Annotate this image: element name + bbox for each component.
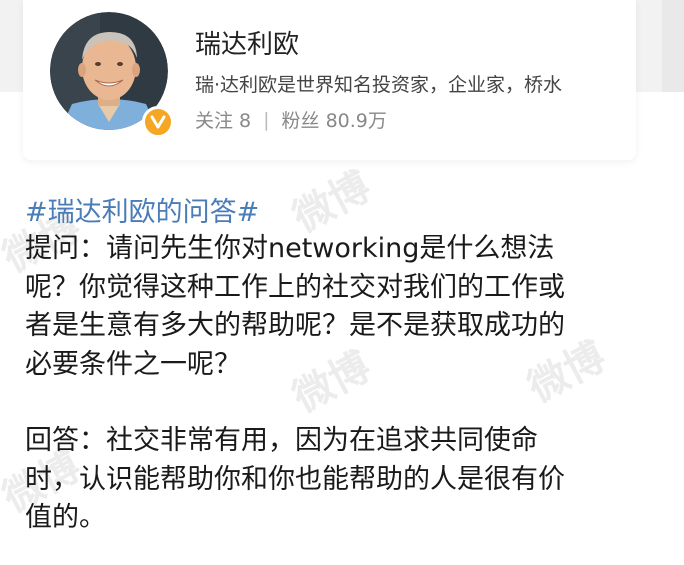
- followers-count[interactable]: 粉丝 80.9万: [282, 106, 387, 133]
- weibo-post-page: 瑞达利欧 瑞·达利欧是世界知名投资家，企业家，桥水 关注 8 | 粉丝 80.9…: [0, 0, 684, 565]
- topic-hashtag-link[interactable]: #瑞达利欧的问答#: [25, 196, 655, 230]
- answer-line: 值的。: [25, 502, 106, 533]
- right-edge-strip: [662, 0, 684, 92]
- stats-separator: |: [263, 108, 270, 131]
- answer-paragraph: 回答：社交非常有用，因为在追求共同使命 时，认识能帮助你和你也能帮助的人是很有价…: [25, 422, 655, 538]
- question-line: 提问：请问先生你对networking是什么想法: [25, 233, 555, 264]
- answer-line: 时，认识能帮助你和你也能帮助的人是很有价: [25, 463, 565, 495]
- profile-card[interactable]: 瑞达利欧 瑞·达利欧是世界知名投资家，企业家，桥水 关注 8 | 粉丝 80.9…: [23, 0, 636, 160]
- following-count[interactable]: 关注 8: [195, 106, 251, 133]
- user-bio: 瑞·达利欧是世界知名投资家，企业家，桥水: [195, 74, 563, 96]
- avatar-wrapper[interactable]: [50, 12, 174, 138]
- question-line: 者是生意有多大的帮助呢？是不是获取成功的: [25, 310, 565, 341]
- user-name[interactable]: 瑞达利欧: [195, 24, 299, 61]
- question-paragraph: 提问：请问先生你对networking是什么想法 呢？你觉得这种工作上的社交对我…: [25, 230, 655, 384]
- question-line: 必要条件之一呢？: [25, 348, 241, 380]
- user-stats: 关注 8 | 粉丝 80.9万: [195, 106, 387, 133]
- post-body: #瑞达利欧的问答# 提问：请问先生你对networking是什么想法 呢？你觉得…: [25, 196, 655, 538]
- question-line: 呢？你觉得这种工作上的社交对我们的工作或: [25, 271, 565, 303]
- verified-badge-icon: [142, 106, 174, 138]
- answer-line: 回答：社交非常有用，因为在追求共同使命: [25, 425, 538, 456]
